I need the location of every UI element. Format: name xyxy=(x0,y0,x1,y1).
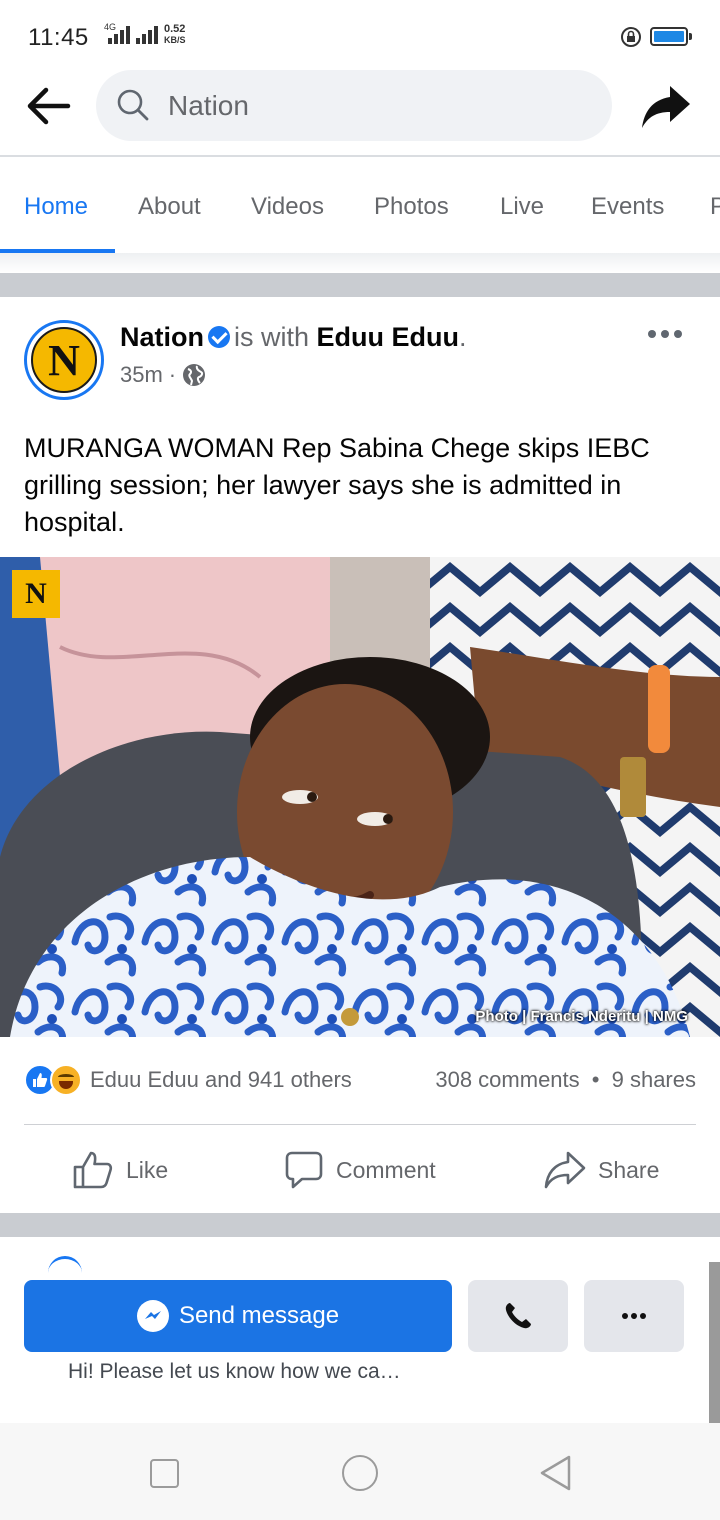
send-message-button[interactable]: Send message xyxy=(24,1280,452,1352)
engagement-counts: 308 comments • 9 shares xyxy=(435,1067,696,1093)
section-separator xyxy=(0,273,720,297)
tab-live[interactable]: Live xyxy=(500,193,544,221)
tab-home[interactable]: Home xyxy=(24,193,88,221)
nation-watermark-logo: N xyxy=(12,570,60,618)
like-button[interactable]: Like xyxy=(72,1148,168,1192)
reactions-summary[interactable]: Eduu Eduu and 941 others xyxy=(24,1062,352,1098)
tab-photos[interactable]: Photos xyxy=(374,193,449,221)
globe-icon xyxy=(183,364,206,386)
more-dots-icon xyxy=(622,1313,646,1319)
post-text: MURANGA WOMAN Rep Sabina Chege skips IEB… xyxy=(24,433,650,537)
scrollbar[interactable] xyxy=(709,1262,720,1423)
reactors-text: Eduu Eduu and 941 others xyxy=(90,1067,352,1092)
tagged-suffix: . xyxy=(459,322,467,352)
battery-icon xyxy=(650,27,692,46)
message-hint: Hi! Please let us know how we ca… xyxy=(68,1360,401,1383)
share-label: Share xyxy=(598,1156,660,1183)
tab-events[interactable]: Events xyxy=(591,193,664,221)
network-speed-value: 0.52 xyxy=(164,23,186,35)
network-speed: 0.52 KB/S xyxy=(164,24,186,46)
comment-label: Comment xyxy=(336,1156,436,1183)
section-separator-2 xyxy=(0,1213,720,1237)
send-message-label: Send message xyxy=(178,1302,340,1329)
tab-videos[interactable]: Videos xyxy=(251,193,324,221)
comment-bubble-icon xyxy=(285,1151,323,1189)
post-author-line: Nation is with Eduu Eduu. xyxy=(120,322,467,353)
phone-icon xyxy=(505,1303,531,1329)
tab-about[interactable]: About xyxy=(138,193,201,221)
share-arrow-icon[interactable] xyxy=(640,84,692,130)
more-options-button[interactable] xyxy=(584,1280,684,1352)
post-time[interactable]: 35m xyxy=(120,362,163,388)
photo-credit: Photo | Francis Nderitu | NMG xyxy=(475,1008,688,1025)
post-photo[interactable]: N Photo | Francis Nderitu | NMG xyxy=(0,557,720,1037)
with-text: is with xyxy=(234,322,310,352)
messenger-icon xyxy=(136,1300,169,1332)
tagged-user-link[interactable]: Eduu Eduu xyxy=(317,322,459,352)
signal-strength-icon-2 xyxy=(136,26,158,44)
status-bar: 11:45 4G 0.52 KB/S xyxy=(0,0,720,70)
counts-dot: • xyxy=(591,1067,600,1092)
shares-count[interactable]: 9 shares xyxy=(612,1067,696,1092)
network-speed-unit: KB/S xyxy=(164,35,186,45)
photo-illustration xyxy=(0,557,720,1037)
search-input[interactable]: Nation xyxy=(96,70,612,141)
android-nav-bar xyxy=(0,1423,720,1520)
nav-back-triangle-icon[interactable] xyxy=(538,1454,572,1492)
actions-divider xyxy=(24,1124,696,1125)
meta-separator: · xyxy=(168,362,177,387)
page-tabs: Home About Videos Photos Live Events P xyxy=(0,157,720,253)
haha-reaction-icon xyxy=(50,1064,82,1096)
recent-apps-icon[interactable] xyxy=(150,1459,179,1488)
status-time: 11:45 xyxy=(28,24,89,51)
post-meta: 35m · xyxy=(120,362,206,388)
call-button[interactable] xyxy=(468,1280,568,1352)
tab-shadow xyxy=(0,253,720,273)
thumbs-up-icon xyxy=(73,1151,113,1189)
search-query: Nation xyxy=(168,90,249,121)
like-label: Like xyxy=(126,1156,169,1183)
signal-strength-icon xyxy=(108,26,130,44)
page-name-link[interactable]: Nation xyxy=(120,322,204,352)
search-icon xyxy=(117,89,149,121)
comment-button[interactable]: Comment xyxy=(284,1148,436,1192)
page-avatar[interactable]: N xyxy=(24,320,104,400)
verified-badge-icon xyxy=(208,326,230,348)
avatar-logo: N xyxy=(31,327,97,393)
search-header: Nation xyxy=(0,70,720,156)
post-options-icon[interactable] xyxy=(648,330,682,338)
rotation-lock-icon xyxy=(621,27,641,47)
share-button[interactable]: Share xyxy=(544,1148,659,1192)
home-circle-icon[interactable] xyxy=(342,1455,378,1491)
comments-count[interactable]: 308 comments xyxy=(435,1067,579,1092)
share-icon xyxy=(544,1151,586,1189)
back-arrow-icon[interactable] xyxy=(24,84,72,128)
tab-more-partial[interactable]: P xyxy=(710,193,720,221)
